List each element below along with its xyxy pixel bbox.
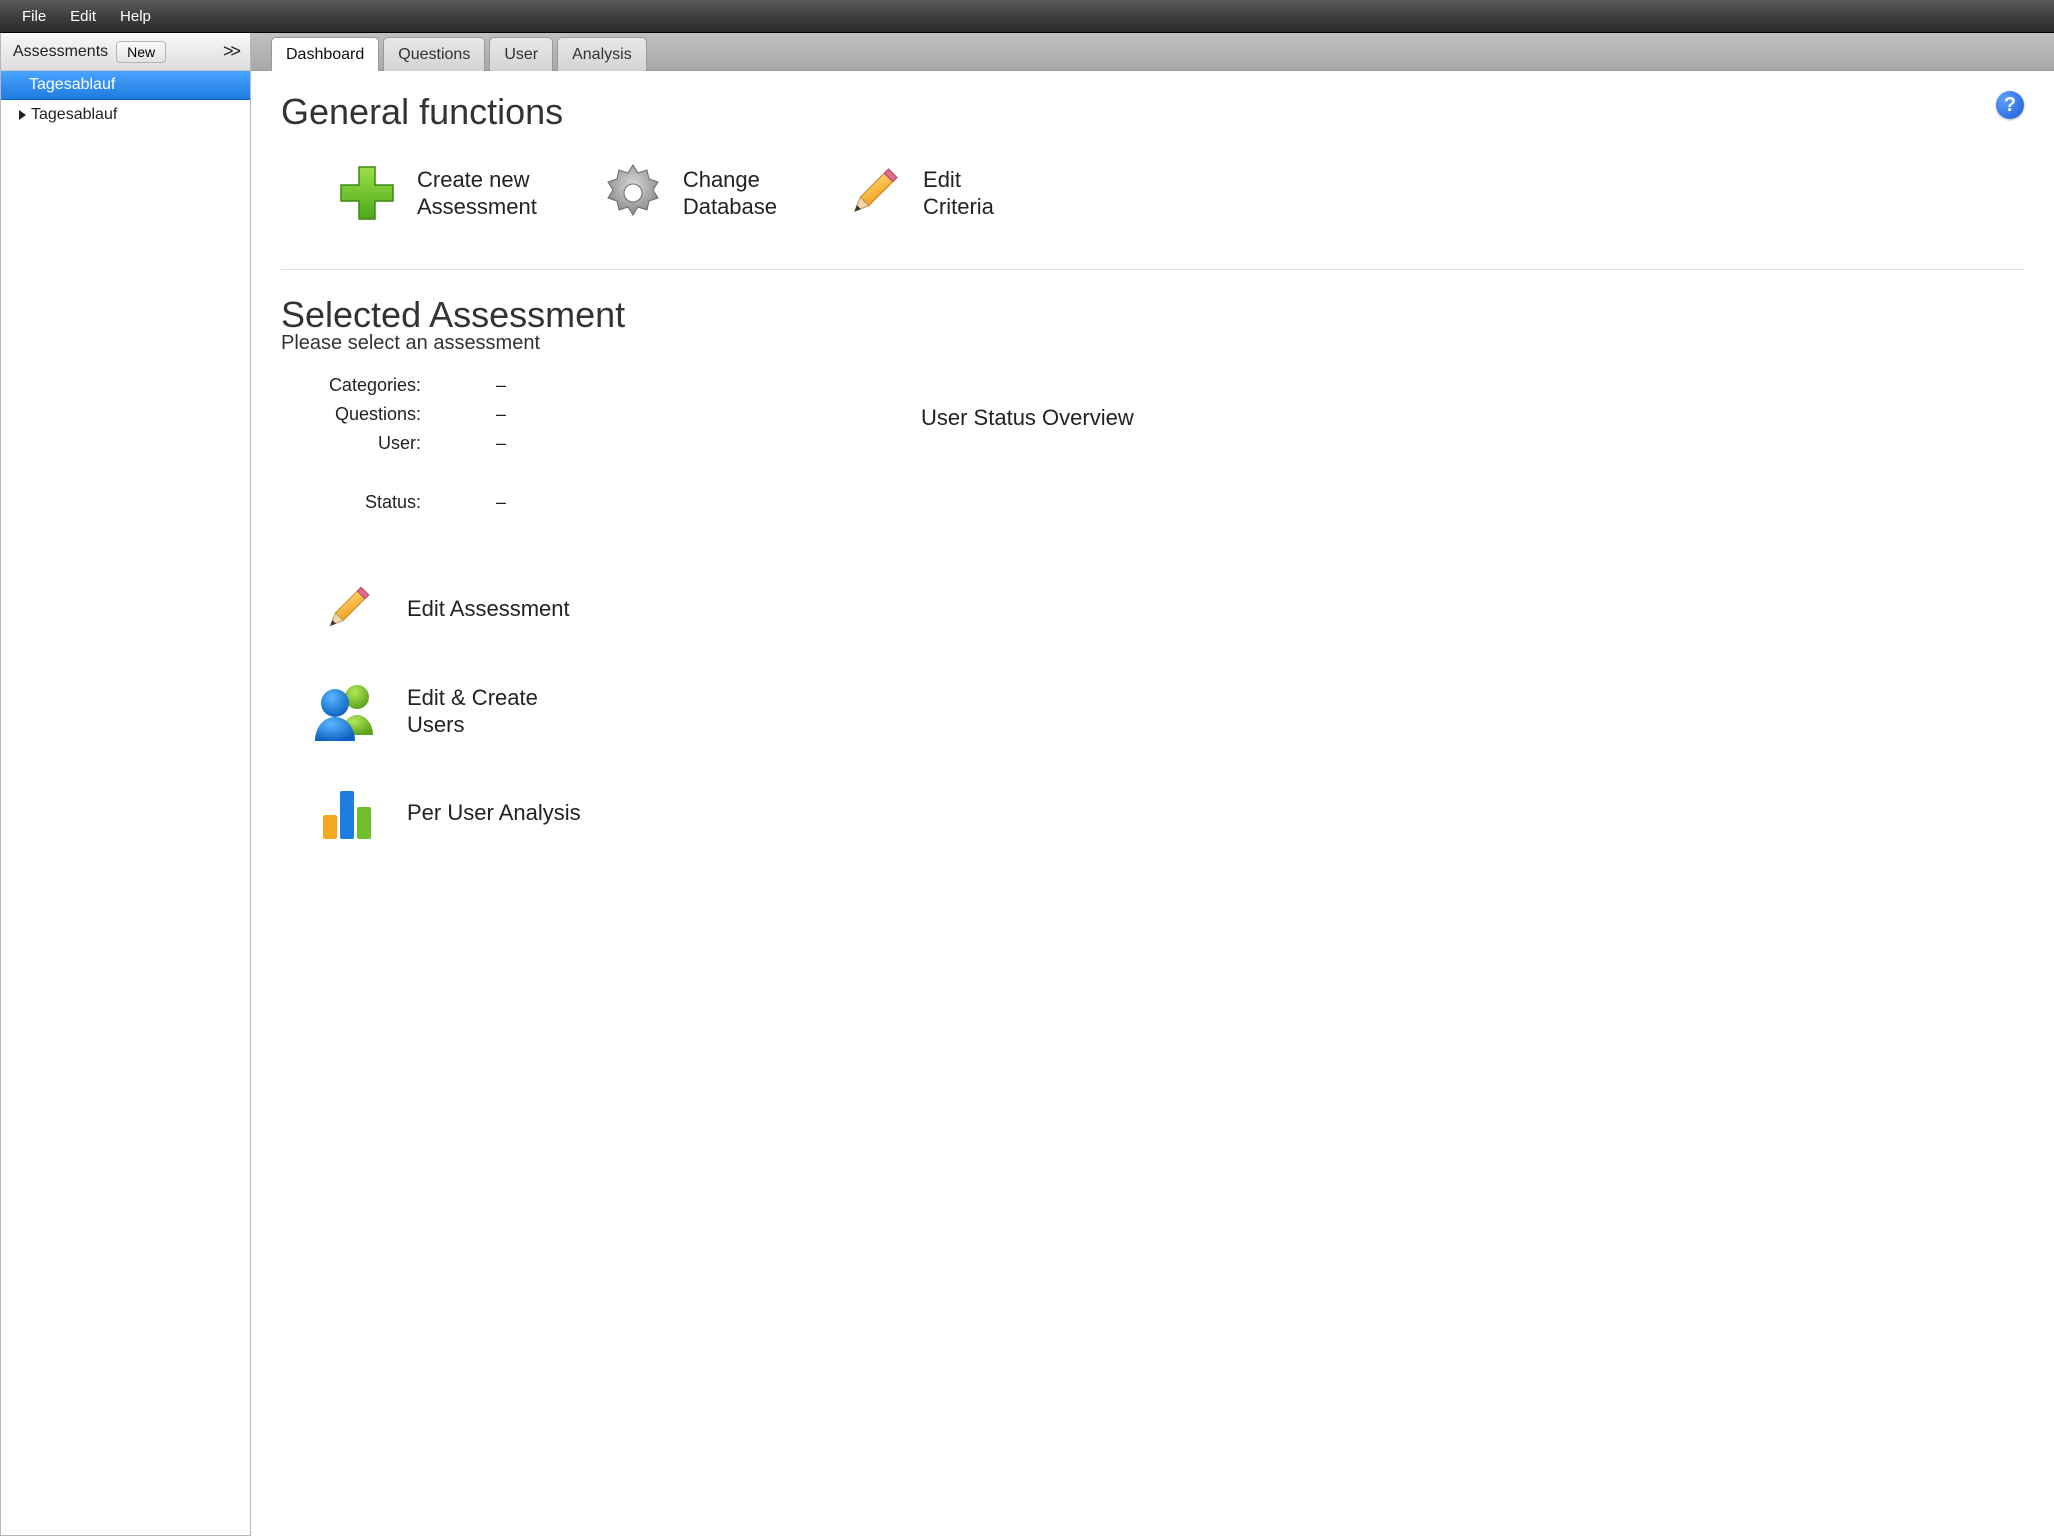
stats-block: Categories: – Questions: – User: – <box>301 375 841 513</box>
sidebar: Assessments New >> Tagesablauf Tagesabla… <box>0 33 251 1536</box>
main-panel: Dashboard Questions User Analysis ? Gene… <box>251 33 2054 1536</box>
divider <box>281 269 2024 270</box>
content: ? General functions Create newAssessment <box>251 71 2054 1536</box>
menu-help[interactable]: Help <box>108 8 163 25</box>
stat-status-value: – <box>421 492 581 513</box>
tab-questions[interactable]: Questions <box>383 37 485 71</box>
stat-questions-value: – <box>421 404 581 425</box>
stat-row-questions: Questions: – <box>301 404 841 425</box>
per-user-analysis-button[interactable]: Per User Analysis <box>311 777 841 849</box>
edit-criteria-button[interactable]: EditCriteria <box>837 157 994 229</box>
menu-edit[interactable]: Edit <box>58 8 108 25</box>
menu-file[interactable]: File <box>10 8 58 25</box>
gear-icon <box>597 157 669 229</box>
per-user-analysis-label: Per User Analysis <box>407 799 581 827</box>
stat-status-label: Status: <box>301 492 421 513</box>
user-status-overview-heading: User Status Overview <box>921 405 1134 431</box>
stat-categories-label: Categories: <box>301 375 421 396</box>
change-database-label: ChangeDatabase <box>683 166 777 221</box>
triangle-right-icon <box>19 110 26 120</box>
create-assessment-label: Create newAssessment <box>417 166 537 221</box>
tab-analysis[interactable]: Analysis <box>557 37 647 71</box>
sidebar-title: Assessments <box>13 43 108 61</box>
new-assessment-button[interactable]: New <box>116 41 166 63</box>
sidebar-tree: Tagesablauf Tagesablauf <box>1 71 250 1535</box>
stat-row-status: Status: – <box>301 492 841 513</box>
stat-questions-label: Questions: <box>301 404 421 425</box>
menubar: File Edit Help <box>0 0 2054 33</box>
sidebar-header: Assessments New >> <box>1 33 250 71</box>
stat-user-value: – <box>421 433 581 454</box>
create-assessment-button[interactable]: Create newAssessment <box>331 157 537 229</box>
stat-user-label: User: <box>301 433 421 454</box>
pencil-icon <box>311 573 383 645</box>
tree-item-child[interactable]: Tagesablauf <box>1 100 250 130</box>
stat-categories-value: – <box>421 375 581 396</box>
assessment-actions: Edit Assessment <box>311 573 841 849</box>
selected-assessment-heading: Selected Assessment <box>281 294 2024 336</box>
edit-users-label: Edit & CreateUsers <box>407 684 538 739</box>
users-icon <box>311 675 383 747</box>
general-functions-heading: General functions <box>281 91 2024 133</box>
tree-item-root[interactable]: Tagesablauf <box>1 71 250 100</box>
pencil-icon <box>837 157 909 229</box>
general-functions-row: Create newAssessment <box>331 157 2024 229</box>
tabstrip: Dashboard Questions User Analysis <box>251 33 2054 71</box>
edit-criteria-label: EditCriteria <box>923 166 994 221</box>
bar-chart-icon <box>311 777 383 849</box>
edit-assessment-button[interactable]: Edit Assessment <box>311 573 841 645</box>
edit-assessment-label: Edit Assessment <box>407 595 570 623</box>
sidebar-collapse-icon[interactable]: >> <box>219 41 242 62</box>
edit-users-button[interactable]: Edit & CreateUsers <box>311 675 841 747</box>
tree-item-child-label: Tagesablauf <box>31 106 117 124</box>
change-database-button[interactable]: ChangeDatabase <box>597 157 777 229</box>
stat-row-categories: Categories: – <box>301 375 841 396</box>
stat-row-user: User: – <box>301 433 841 454</box>
plus-icon <box>331 157 403 229</box>
help-icon[interactable]: ? <box>1996 91 2024 119</box>
tab-user[interactable]: User <box>489 37 553 71</box>
tab-dashboard[interactable]: Dashboard <box>271 37 379 71</box>
